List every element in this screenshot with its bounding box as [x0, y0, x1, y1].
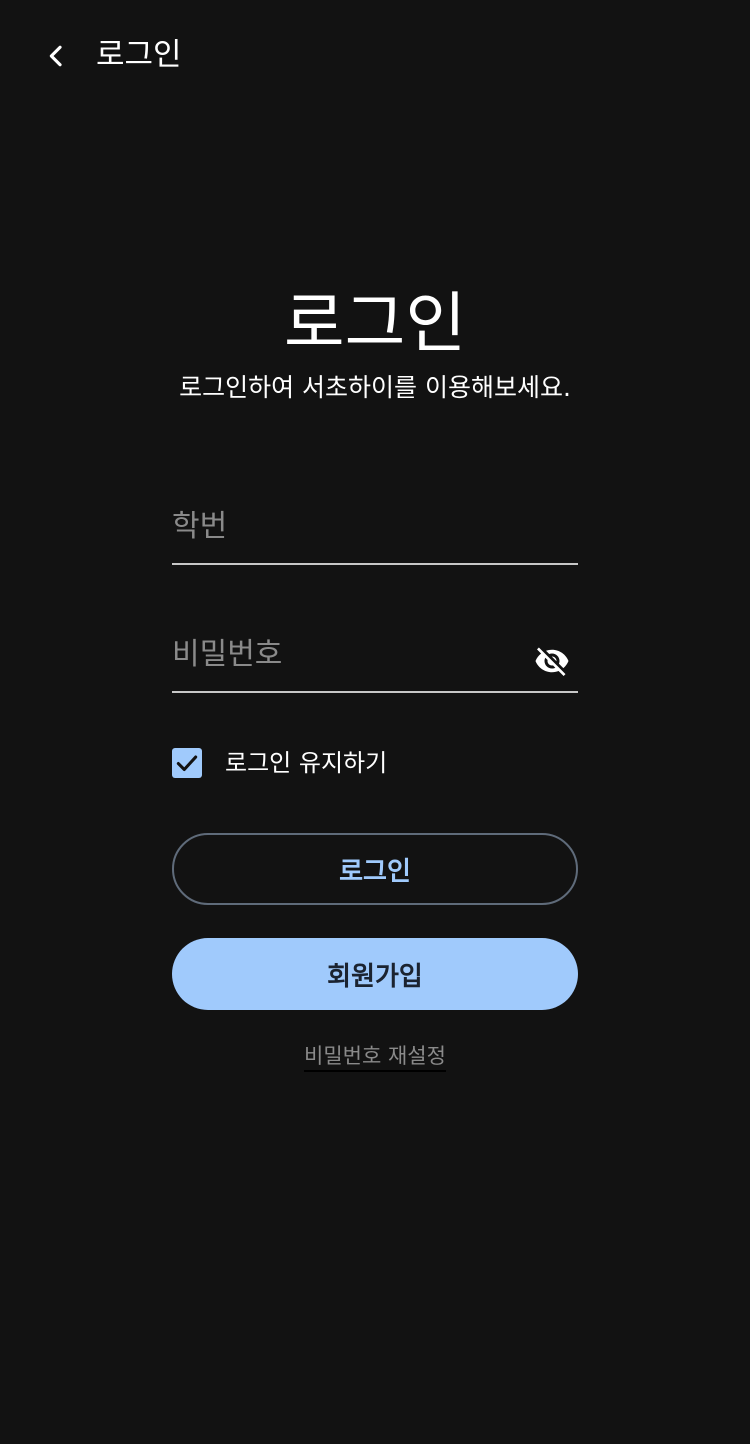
eye-off-icon [535, 647, 569, 676]
student-id-input[interactable] [172, 503, 512, 549]
password-input[interactable] [172, 631, 512, 677]
student-id-field [172, 495, 578, 565]
check-icon [176, 755, 198, 772]
reset-password-link[interactable]: 비밀번호 재설정 [304, 1044, 446, 1072]
login-screen: 로그인 로그인 로그인하여 서초하이를 이용해보세요. 로그인 유지하기 로그인… [0, 0, 750, 1444]
reset-password-row: 비밀번호 재설정 [0, 1040, 750, 1072]
checkbox-checked[interactable] [172, 748, 202, 778]
remember-login-checkbox[interactable]: 로그인 유지하기 [172, 744, 387, 782]
password-field [172, 623, 578, 693]
toggle-password-visibility-button[interactable] [532, 641, 572, 681]
login-headline: 로그인 [283, 285, 467, 362]
back-button[interactable] [32, 32, 80, 80]
page-title: 로그인 [96, 37, 182, 73]
login-subtitle: 로그인하여 서초하이를 이용해보세요. [179, 373, 571, 402]
signup-button[interactable]: 회원가입 [172, 938, 578, 1010]
remember-login-label: 로그인 유지하기 [225, 749, 388, 777]
top-app-bar: 로그인 [0, 0, 750, 110]
login-button[interactable]: 로그인 [172, 833, 578, 905]
chevron-left-icon [49, 45, 62, 67]
